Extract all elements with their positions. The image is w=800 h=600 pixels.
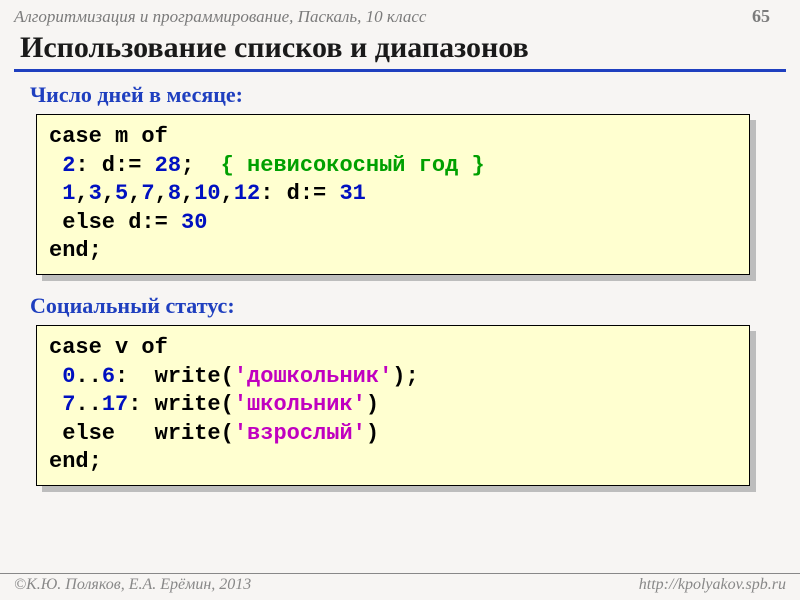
code-block-1: case m of 2: d:= 28; { невисокосный год … [36,114,750,275]
code-text: , [221,181,234,206]
code-text [49,181,62,206]
code-text: : d:= [75,153,154,178]
code-box-2: case v of 0..6: write('дошкольник'); 7..… [36,325,750,486]
code-text: ; [181,153,221,178]
code-text: ); [392,364,418,389]
header-course: Алгоритмизация и программирование, Паска… [14,7,426,27]
code-text: .. [75,364,101,389]
code-number: 7 [62,392,75,417]
page-number: 65 [752,6,770,27]
code-text: else d:= [49,210,181,235]
code-text: , [75,181,88,206]
code-number: 10 [194,181,220,206]
code-number: 28 [155,153,181,178]
code-text: , [102,181,115,206]
code-number: 5 [115,181,128,206]
code-text: end; [49,238,102,263]
code-number: 0 [62,364,75,389]
code-text: case m of [49,124,168,149]
code-number: 30 [181,210,207,235]
code-number: 12 [234,181,260,206]
code-number: 2 [62,153,75,178]
code-box-1: case m of 2: d:= 28; { невисокосный год … [36,114,750,275]
code-string: 'взрослый' [234,421,366,446]
code-block-2: case v of 0..6: write('дошкольник'); 7..… [36,325,750,486]
slide-title: Использование списков и диапазонов [0,29,800,67]
code-text: , [128,181,141,206]
code-text: end; [49,449,102,474]
code-number: 3 [89,181,102,206]
code-text: : write( [115,364,234,389]
code-text: , [181,181,194,206]
code-number: 6 [102,364,115,389]
code-text [49,392,62,417]
section2-label: Социальный статус: [30,293,800,319]
code-text: : d:= [260,181,339,206]
code-text [49,364,62,389]
code-text: else write( [49,421,234,446]
slide-footer: ©К.Ю. Поляков, Е.А. Ерёмин, 2013 http://… [0,573,800,600]
code-text: ) [366,421,379,446]
code-text [49,153,62,178]
footer-copyright: ©К.Ю. Поляков, Е.А. Ерёмин, 2013 [14,576,251,594]
code-string: 'школьник' [234,392,366,417]
code-text: .. [75,392,101,417]
footer-url: http://kpolyakov.spb.ru [639,576,786,594]
code-number: 7 [141,181,154,206]
code-text: : write( [128,392,234,417]
code-number: 31 [339,181,365,206]
code-text: ) [366,392,379,417]
code-number: 1 [62,181,75,206]
code-comment: { невисокосный год } [221,153,485,178]
code-string: 'дошкольник' [234,364,392,389]
title-underline [14,69,786,72]
code-number: 17 [102,392,128,417]
code-text: case v of [49,335,168,360]
code-text: , [155,181,168,206]
slide-header: Алгоритмизация и программирование, Паска… [0,0,800,27]
section1-label: Число дней в месяце: [30,82,800,108]
code-number: 8 [168,181,181,206]
